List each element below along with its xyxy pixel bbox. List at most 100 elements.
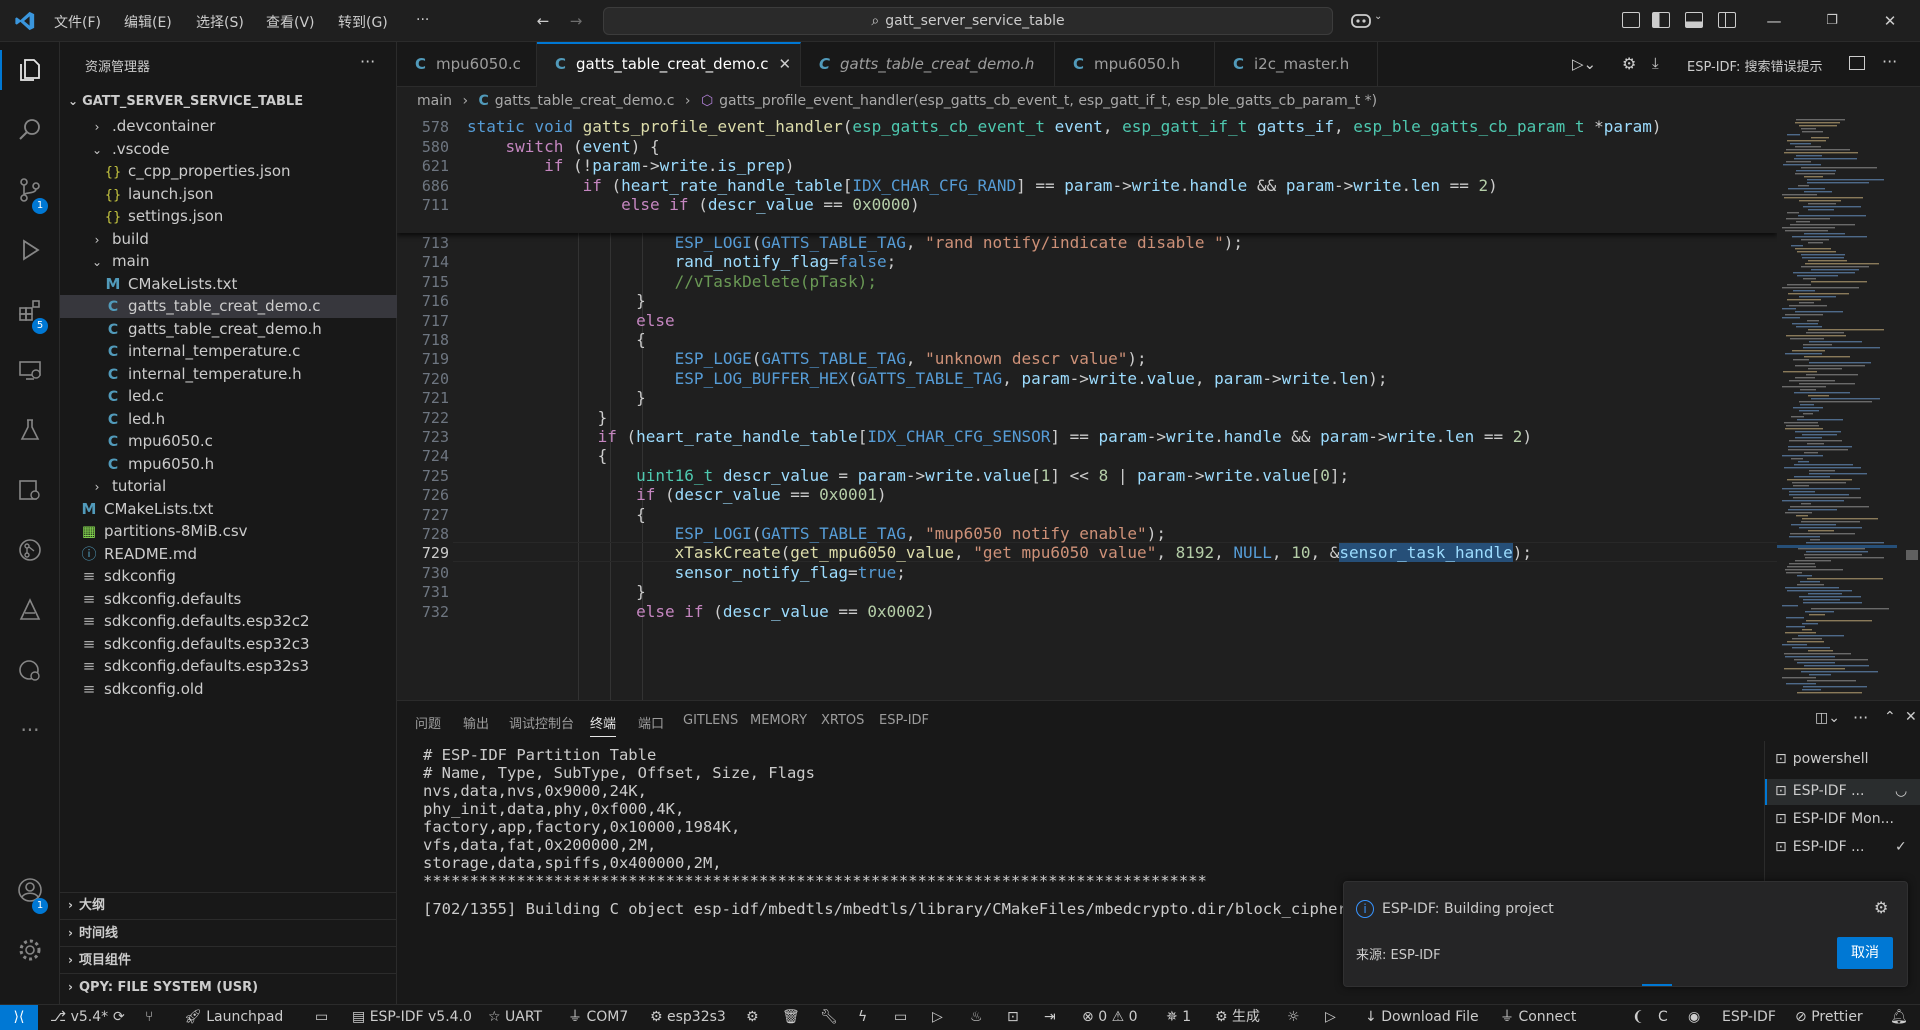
tree-item[interactable]: Cled.c <box>60 385 397 408</box>
tree-item[interactable]: ≡ sdkconfig.old <box>60 678 397 701</box>
terminal-icon[interactable]: ⊡ <box>1007 1005 1019 1030</box>
debug-icon[interactable]: ▷ <box>932 1005 943 1030</box>
sdk-config-icon[interactable]: ⚙ <box>746 1005 759 1030</box>
code-line[interactable]: ESP_LOGI(GATTS_TABLE_TAG, "rand notify/i… <box>482 233 1243 252</box>
connect-button[interactable]: ⏚ Connect <box>1500 1005 1576 1030</box>
restore-icon[interactable]: ❐ <box>1822 11 1842 31</box>
code-line[interactable]: else <box>482 311 675 330</box>
tree-item[interactable]: ▦ partitions-8MiB.csv <box>60 520 397 543</box>
sticky-code-line[interactable]: if (!param->write.is_prep) <box>467 156 795 175</box>
build-flash-monitor-flame-icon[interactable]: ♨ <box>970 1005 983 1030</box>
launchpad-button[interactable]: 🚀︎ Launchpad <box>184 1005 283 1030</box>
explorer-icon[interactable] <box>12 52 48 88</box>
code-line[interactable]: { <box>482 330 646 349</box>
tree-item[interactable]: {} launch.json <box>60 183 397 206</box>
flash-method-button[interactable]: ☆ UART <box>488 1005 542 1030</box>
menu-view[interactable]: 查看(V) <box>266 12 315 32</box>
terminal-item-espidf-monitor[interactable]: ⊡ ESP-IDF Mon... <box>1775 811 1894 827</box>
panel-tab[interactable]: 问题 <box>415 713 441 732</box>
tree-item[interactable]: Cinternal_temperature.c <box>60 340 397 363</box>
editor-scrollbar[interactable] <box>1897 115 1920 700</box>
copilot-icon[interactable]: ⌄ <box>1350 11 1386 31</box>
port-button[interactable]: ⏚ COM7 <box>568 1005 628 1030</box>
git-graph-icon[interactable]: ⑂ <box>145 1005 153 1030</box>
tree-item[interactable]: {} settings.json <box>60 205 397 228</box>
code-line[interactable]: if (heart_rate_handle_table[IDX_CHAR_CFG… <box>482 427 1532 446</box>
espidf-status[interactable]: ESP-IDF <box>1722 1005 1776 1030</box>
serial-monitor-icon[interactable] <box>12 652 48 688</box>
tab-gatts-table-creat-demo-c[interactable]: Cgatts_table_creat_demo.c ✕ <box>537 42 801 87</box>
target-button[interactable]: ⚙ esp32s3 <box>650 1005 726 1030</box>
split-editor-icon[interactable] <box>1849 56 1865 70</box>
tree-item[interactable]: Cmpu6050.c <box>60 430 397 453</box>
panel-tab[interactable]: 输出 <box>463 713 489 732</box>
code-line[interactable]: ESP_LOGE(GATTS_TABLE_TAG, "unknown descr… <box>482 349 1147 368</box>
language-mode[interactable]: C <box>1658 1005 1668 1030</box>
espidf-logo-icon[interactable] <box>12 592 48 628</box>
ports-indicator[interactable]: ✵ 1 <box>1166 1005 1191 1030</box>
minimize-icon[interactable]: — <box>1764 11 1784 31</box>
tree-item[interactable]: › .devcontainer <box>60 115 397 138</box>
menu-edit[interactable]: 编辑(E) <box>124 12 172 32</box>
terminal-item-espidf-1[interactable]: ⊡ ESP-IDF ... ◡ <box>1775 783 1907 799</box>
code-line[interactable]: //vTaskDelete(pTask); <box>482 272 877 291</box>
sticky-code-line[interactable]: else if (descr_value == 0x0000) <box>467 195 920 214</box>
build-button[interactable]: ⚙ 生成 <box>1215 1005 1260 1030</box>
code-line[interactable]: if (descr_value == 0x0001) <box>482 485 886 504</box>
tree-item[interactable]: › build <box>60 228 397 251</box>
code-line[interactable]: sensor_notify_flag=true; <box>482 563 906 582</box>
tab-i2c-master-h[interactable]: Ci2c_master.h <box>1215 42 1378 87</box>
monitor-icon[interactable]: ▭ <box>894 1005 907 1030</box>
vscode-logo-icon[interactable] <box>14 10 36 32</box>
espidf-explorer-icon[interactable] <box>12 472 48 508</box>
menu-go[interactable]: 转到(G) <box>338 12 388 32</box>
close-panel-icon[interactable]: ✕ <box>1905 709 1917 725</box>
code-line[interactable]: rand_notify_flag=false; <box>482 252 897 271</box>
tree-item[interactable]: M CMakeLists.txt <box>60 498 397 521</box>
section-qpy-filesystem[interactable]: › QPY: FILE SYSTEM (USR) <box>60 973 397 1000</box>
panel-tab[interactable]: GITLENS <box>683 713 738 728</box>
menu-more[interactable]: ··· <box>416 12 429 28</box>
tree-item[interactable]: ≡ sdkconfig.defaults <box>60 588 397 611</box>
notification-gear-icon[interactable]: ⚙ <box>1874 898 1888 917</box>
idf-version-button[interactable]: ▤ ESP-IDF v5.4.0 <box>352 1005 472 1030</box>
terminal-item-espidf-2[interactable]: ⊡ ESP-IDF ... ✓ <box>1775 839 1907 855</box>
breadcrumb-symbol[interactable]: gatts_profile_event_handler(esp_gatts_cb… <box>719 93 1377 109</box>
espidf-search-errors-button[interactable]: ESP-IDF: 搜索错误提示 <box>1687 56 1823 75</box>
menu-file[interactable]: 文件(F) <box>54 12 101 32</box>
tree-item[interactable]: Cled.h <box>60 408 397 431</box>
run-debug-icon[interactable] <box>12 232 48 268</box>
sticky-code-line[interactable]: if (heart_rate_handle_table[IDX_CHAR_CFG… <box>467 176 1498 195</box>
code-line[interactable]: } <box>482 291 646 310</box>
panel-tab[interactable]: 终端 <box>590 713 617 737</box>
breadcrumb-folder[interactable]: main <box>417 93 452 109</box>
braces-icon[interactable]: ❨ <box>1632 1005 1644 1030</box>
tree-item[interactable]: › tutorial <box>60 475 397 498</box>
remote-indicator-icon[interactable]: ⟩⟨ <box>0 1005 38 1030</box>
sticky-scroll[interactable]: 578 static void gatts_profile_event_handl… <box>397 115 1777 233</box>
folder-icon[interactable]: ▭ <box>315 1005 328 1030</box>
tree-item[interactable]: {} c_cpp_properties.json <box>60 160 397 183</box>
prettier-status[interactable]: ⊘ Prettier <box>1795 1005 1863 1030</box>
code-line[interactable]: else if (descr_value == 0x0002) <box>482 602 935 621</box>
close-window-icon[interactable]: ✕ <box>1880 11 1900 31</box>
section-timeline[interactable]: › 时间线 <box>60 919 397 946</box>
tree-item[interactable]: ⌄ main <box>60 250 397 273</box>
forward-arrow-icon[interactable]: → <box>566 11 586 31</box>
toggle-panel-icon[interactable] <box>1685 12 1703 28</box>
close-tab-icon[interactable]: ✕ <box>778 55 791 73</box>
manage-gear-icon[interactable] <box>12 932 48 968</box>
code-line[interactable]: { <box>482 505 646 524</box>
gitlens-icon[interactable] <box>12 532 48 568</box>
panel-tab[interactable]: 调试控制台 <box>509 713 574 732</box>
settings-gear-icon[interactable]: ⚙ <box>1622 54 1636 73</box>
panel-more-icon[interactable]: ··· <box>1853 708 1868 727</box>
code-line[interactable]: } <box>482 408 608 427</box>
sticky-code-line[interactable]: switch (event) { <box>467 137 660 156</box>
code-editor[interactable]: 713 ESP_LOGI(GATTS_TABLE_TAG, "rand noti… <box>397 115 1920 700</box>
terminal-item-powershell[interactable]: ⊡ powershell <box>1775 751 1869 767</box>
code-line[interactable]: xTaskCreate(get_mpu6050_value, "get mpu6… <box>482 543 1532 563</box>
testing-flask-icon[interactable] <box>12 412 48 448</box>
cancel-button[interactable]: 取消 <box>1837 937 1893 969</box>
branch-indicator[interactable]: ⎇ v5.4* <box>50 1005 108 1030</box>
